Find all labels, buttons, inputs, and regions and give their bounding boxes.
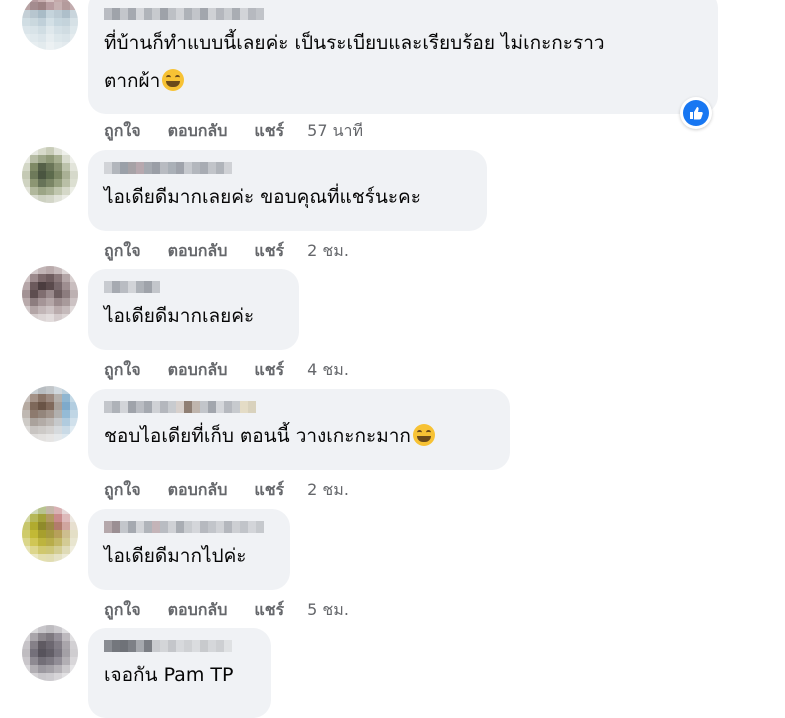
comment-text: ไอเดียดีมากไปค่ะ [104, 545, 247, 567]
avatar[interactable] [22, 506, 78, 562]
comment-timestamp[interactable]: 2 ชม. [307, 478, 349, 503]
reply-link[interactable]: ตอบกลับ [168, 598, 228, 623]
like-link[interactable]: ถูกใจ [104, 239, 141, 264]
comment-timestamp[interactable]: 5 ชม. [307, 598, 349, 623]
reply-link[interactable]: ตอบกลับ [168, 239, 228, 264]
comment-actions: ถูกใจ ตอบกลับ แชร์ 2 ชม. [104, 478, 349, 503]
comment-text: ไอเดียดีมากเลยค่ะ ขอบคุณที่แชร์นะคะ [104, 186, 421, 208]
comment-text: เจอกัน Pam TP [104, 664, 234, 686]
grinning-squinting-face-icon [162, 69, 185, 91]
commenter-name-blurred[interactable] [104, 640, 255, 654]
thumbs-up-icon [683, 100, 709, 126]
reply-link[interactable]: ตอบกลับ [168, 358, 228, 383]
comment-bubble: ไอเดียดีมากเลยค่ะ ขอบคุณที่แชร์นะคะ [88, 150, 487, 231]
comment-bubble: ไอเดียดีมากไปค่ะ [88, 509, 290, 590]
like-link[interactable]: ถูกใจ [104, 598, 141, 623]
commenter-name-blurred[interactable] [104, 8, 702, 22]
share-link[interactable]: แชร์ [254, 239, 284, 264]
comment-bubble: ชอบไอเดียที่เก็บ ตอนนี้ วางเกะกะมาก [88, 389, 510, 470]
comment-actions: ถูกใจ ตอบกลับ แชร์ 57 นาที [104, 119, 363, 144]
commenter-name-blurred[interactable] [104, 281, 283, 295]
share-link[interactable]: แชร์ [254, 478, 284, 503]
avatar[interactable] [22, 386, 78, 442]
like-link[interactable]: ถูกใจ [104, 358, 141, 383]
share-link[interactable]: แชร์ [254, 598, 284, 623]
grinning-squinting-face-icon [412, 424, 435, 446]
comment-text: ที่บ้านก็ทำแบบนี้เลยค่ะ เป็นระเบียบและเร… [104, 24, 702, 100]
comment-timestamp[interactable]: 4 ชม. [307, 358, 349, 383]
share-link[interactable]: แชร์ [254, 119, 284, 144]
share-link[interactable]: แชร์ [254, 358, 284, 383]
avatar[interactable] [22, 147, 78, 203]
commenter-name-blurred[interactable] [104, 521, 274, 535]
avatar[interactable] [22, 266, 78, 322]
reply-link[interactable]: ตอบกลับ [168, 119, 228, 144]
like-link[interactable]: ถูกใจ [104, 478, 141, 503]
reaction-badge[interactable] [680, 97, 712, 129]
comment-timestamp[interactable]: 57 นาที [307, 119, 363, 144]
comment-text-line: ชอบไอเดียที่เก็บ ตอนนี้ วางเกะกะมาก [104, 425, 411, 447]
like-link[interactable]: ถูกใจ [104, 119, 141, 144]
avatar[interactable] [22, 0, 78, 50]
comment-text-line: ตากผ้า [104, 70, 161, 92]
commenter-name-blurred[interactable] [104, 162, 471, 176]
comment-text: ชอบไอเดียที่เก็บ ตอนนี้ วางเกะกะมาก [104, 417, 494, 455]
comment-actions: ถูกใจ ตอบกลับ แชร์ 5 ชม. [104, 598, 349, 623]
comment-timestamp[interactable]: 2 ชม. [307, 239, 349, 264]
comment-text-line: ที่บ้านก็ทำแบบนี้เลยค่ะ เป็นระเบียบและเร… [104, 32, 605, 54]
comment-actions: ถูกใจ ตอบกลับ แชร์ 4 ชม. [104, 358, 349, 383]
comment-bubble: ที่บ้านก็ทำแบบนี้เลยค่ะ เป็นระเบียบและเร… [88, 0, 718, 114]
comment-actions: ถูกใจ ตอบกลับ แชร์ 2 ชม. [104, 239, 349, 264]
avatar[interactable] [22, 625, 78, 681]
comment-bubble: ไอเดียดีมากเลยค่ะ [88, 269, 299, 350]
commenter-name-blurred[interactable] [104, 401, 494, 415]
reply-link[interactable]: ตอบกลับ [168, 478, 228, 503]
comment-text: ไอเดียดีมากเลยค่ะ [104, 305, 255, 327]
comment-bubble: เจอกัน Pam TP [88, 628, 271, 718]
